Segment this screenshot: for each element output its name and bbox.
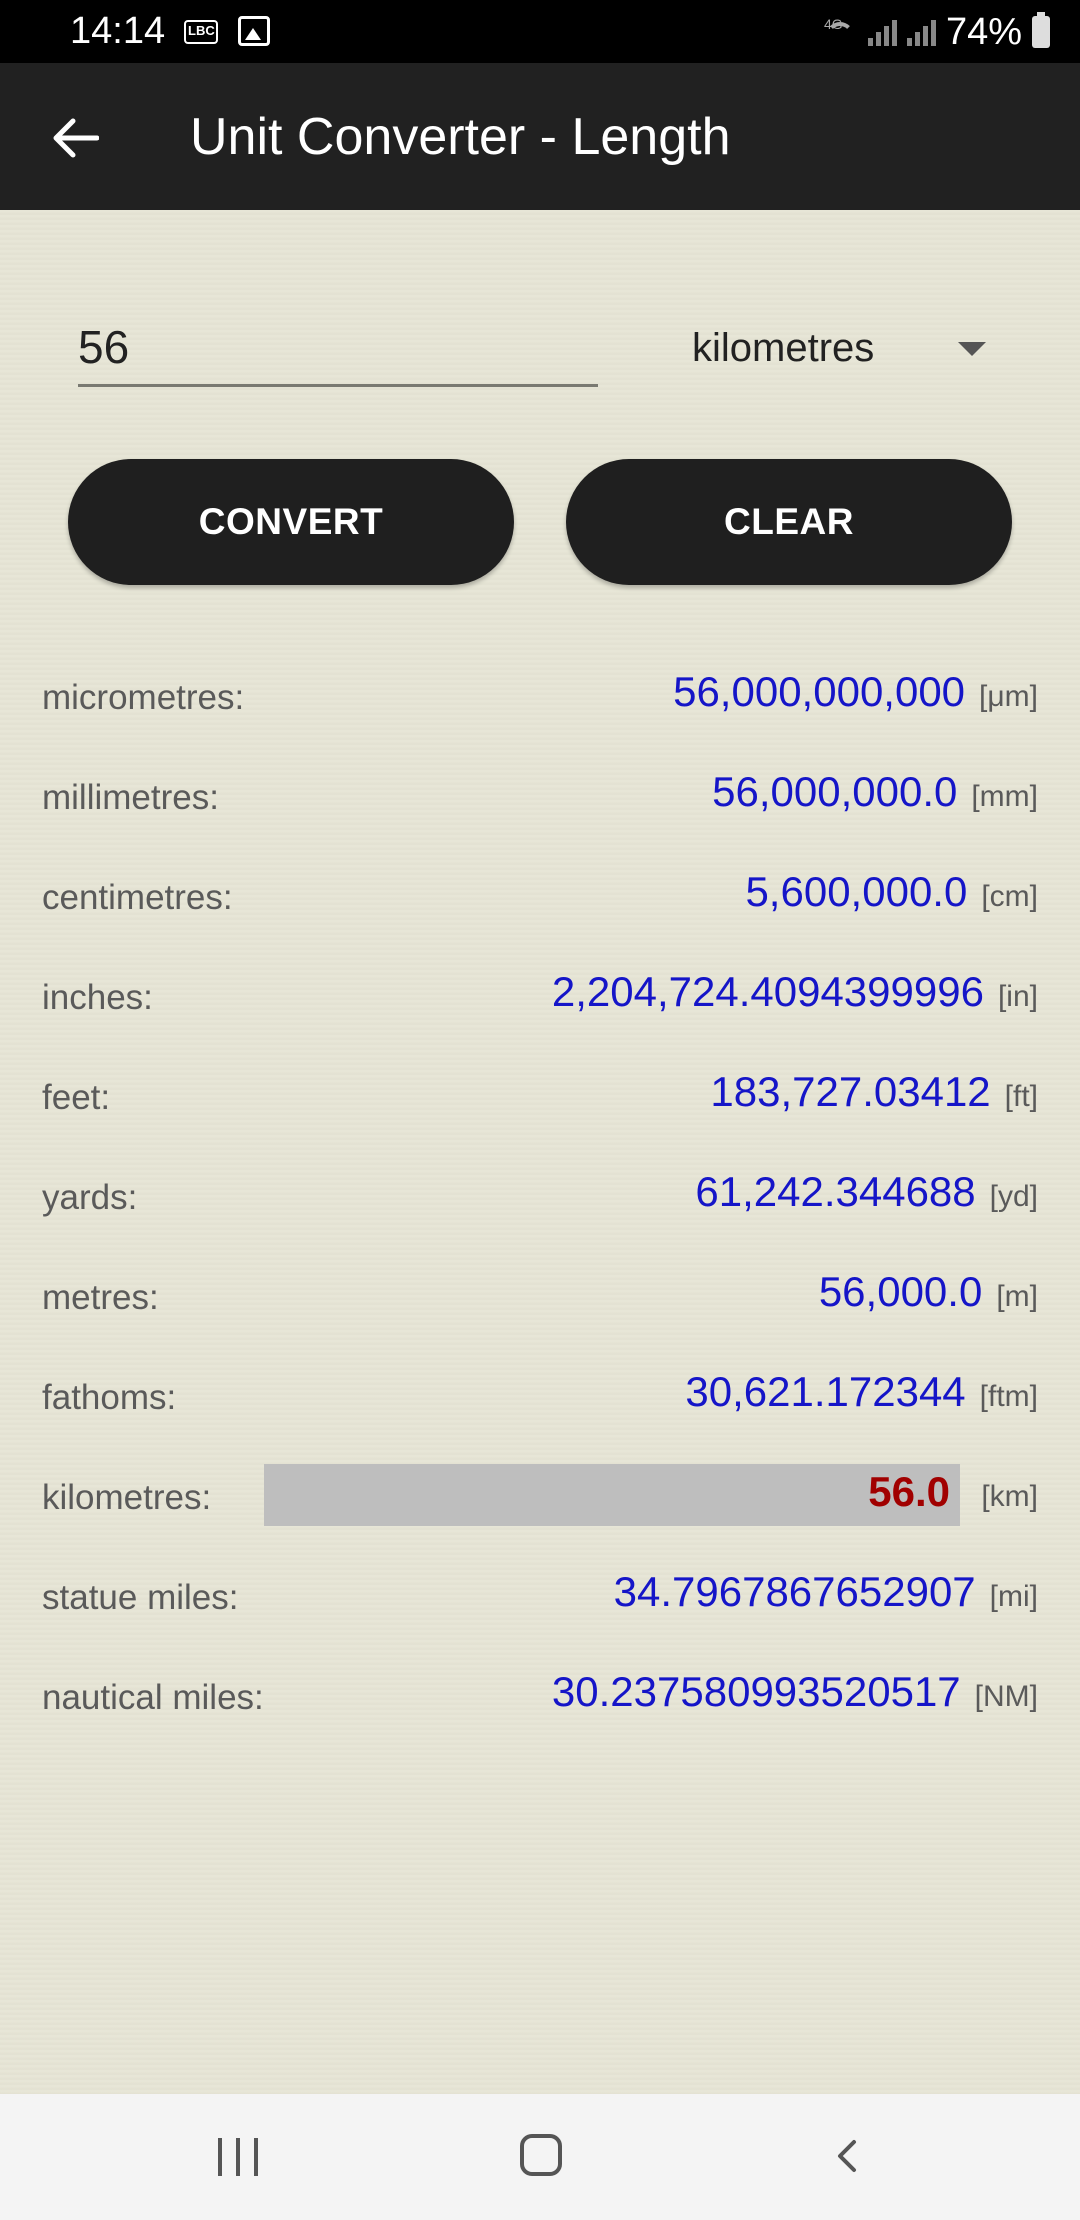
result-unit: [ft]	[1004, 1080, 1038, 1113]
result-row-yards: yards: 61,242.344688 [yd]	[0, 1150, 1080, 1250]
result-row-statue-miles: statue miles: 34.7967867652907 [mi]	[0, 1550, 1080, 1650]
unit-select[interactable]: kilometres	[676, 310, 1006, 384]
back-button[interactable]	[40, 103, 110, 173]
result-value: 56,000.0	[818, 1268, 983, 1315]
result-label: yards:	[42, 1178, 138, 1217]
result-value: 56,000,000.0	[712, 768, 958, 815]
result-value: 30.237580993520517	[551, 1668, 961, 1715]
result-unit: [yd]	[989, 1180, 1038, 1213]
convert-button[interactable]: CONVERT	[68, 459, 514, 585]
app-bar: Unit Converter - Length	[0, 63, 1080, 210]
image-notification-icon	[238, 16, 270, 46]
signal-roaming-icon	[906, 18, 936, 46]
result-row-centimetres: centimetres: 5,600,000.0 [cm]	[0, 850, 1080, 950]
result-unit: [cm]	[981, 880, 1038, 913]
result-label: nautical miles:	[42, 1678, 264, 1717]
result-label: centimetres:	[42, 878, 233, 917]
system-nav-bar	[0, 2094, 1080, 2220]
result-unit: [km]	[981, 1480, 1038, 1513]
result-value: 5,600,000.0	[745, 868, 968, 915]
result-label: metres:	[42, 1278, 159, 1317]
result-label: fathoms:	[42, 1378, 177, 1417]
result-value: 34.7967867652907	[613, 1568, 976, 1615]
result-value: 183,727.03412	[710, 1068, 991, 1115]
result-row-millimetres: millimetres: 56,000,000.0 [mm]	[0, 750, 1080, 850]
result-value: 61,242.344688	[695, 1168, 976, 1215]
result-value: 56,000,000,000	[673, 668, 966, 715]
recent-apps-icon	[218, 2138, 222, 2176]
status-bar: 14:14 4G 74%	[0, 0, 1080, 63]
result-label: feet:	[42, 1078, 111, 1117]
result-label: kilometres:	[42, 1478, 212, 1517]
result-row-feet: feet: 183,727.03412 [ft]	[0, 1050, 1080, 1150]
result-unit: [mm]	[971, 780, 1038, 813]
result-unit: [m]	[996, 1280, 1038, 1313]
recent-apps-button[interactable]	[218, 2138, 258, 2176]
result-row-metres: metres: 56,000.0 [m]	[0, 1250, 1080, 1350]
result-unit: [ftm]	[979, 1380, 1038, 1413]
result-value: 30,621.172344	[685, 1368, 966, 1415]
result-label: millimetres:	[42, 778, 219, 817]
result-row-micrometres: micrometres: 56,000,000,000 [μm]	[0, 650, 1080, 750]
result-row-inches: inches: 2,204,724.4094399996 [in]	[0, 950, 1080, 1050]
result-unit: [in]	[997, 980, 1038, 1013]
result-value-highlighted: 56.0	[868, 1468, 950, 1515]
home-button[interactable]	[520, 2134, 562, 2176]
dropdown-arrow-icon	[958, 342, 986, 356]
lbc-notification-icon	[184, 20, 218, 44]
battery-percentage: 74%	[945, 10, 1022, 53]
arrow-left-icon	[53, 118, 99, 158]
result-label: inches:	[42, 978, 153, 1017]
value-input[interactable]	[78, 310, 598, 387]
page-title: Unit Converter - Length	[190, 108, 731, 166]
result-row-nautical-miles: nautical miles: 30.237580993520517 [NM]	[0, 1650, 1080, 1750]
status-time: 14:14	[70, 10, 166, 52]
network-type-label: 4G	[823, 16, 843, 32]
result-value: 2,204,724.4094399996	[551, 968, 984, 1015]
result-label: micrometres:	[42, 678, 245, 717]
result-label: statue miles:	[42, 1578, 239, 1617]
status-icons: 4G 74%	[824, 8, 1050, 56]
result-row-kilometres-highlighted: kilometres: 56.0 [km]	[0, 1450, 1080, 1550]
signal-icon	[867, 18, 897, 46]
highlight-box	[264, 1464, 960, 1526]
wifi-icon: 4G	[823, 16, 858, 46]
screen: 14:14 4G 74% Unit Converter - Length	[0, 0, 1080, 2220]
result-unit: [NM]	[974, 1680, 1038, 1713]
result-row-fathoms: fathoms: 30,621.172344 [ftm]	[0, 1350, 1080, 1450]
result-unit: [mi]	[989, 1580, 1038, 1613]
unit-select-label: kilometres	[692, 326, 875, 370]
result-unit: [μm]	[979, 680, 1038, 713]
system-back-button[interactable]	[830, 2138, 866, 2174]
clear-button[interactable]: CLEAR	[566, 459, 1012, 585]
battery-icon	[1032, 12, 1050, 48]
